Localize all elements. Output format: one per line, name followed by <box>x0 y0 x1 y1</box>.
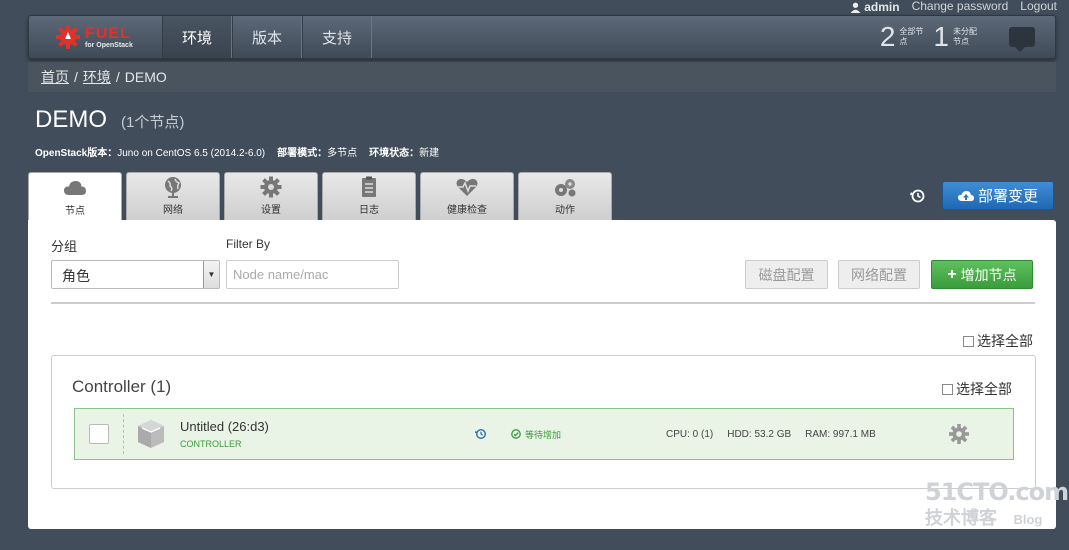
nav-releases[interactable]: 版本 <box>232 16 302 58</box>
tab-settings[interactable]: 设置 <box>224 172 318 220</box>
chevron-down-icon: ▼ <box>203 261 219 288</box>
total-nodes-label: 全部节点 <box>899 27 924 46</box>
node-group-title: Controller (1) <box>72 377 172 396</box>
breadcrumb: 首页 / 环境 / DEMO <box>28 62 1056 92</box>
tab-health-check[interactable]: 健康检查 <box>420 172 514 220</box>
node-history-icon[interactable] <box>475 428 487 440</box>
check-circle-icon <box>511 429 521 439</box>
node-specs: CPU: 0 (1) HDD: 53.2 GB RAM: 997.1 MB <box>666 429 936 440</box>
total-nodes-count: 2 <box>879 21 896 52</box>
toolbar-divider <box>51 302 1035 304</box>
grouping-select[interactable]: 角色 ▼ <box>51 260 220 289</box>
node-status: 等待增加 <box>511 428 666 441</box>
user-icon <box>850 2 861 13</box>
username: admin <box>864 0 900 14</box>
heart-pulse-icon <box>456 178 478 196</box>
watermark: 51CTO.com 技术博客 Blog <box>925 478 1069 530</box>
globe-icon <box>165 177 181 198</box>
cluster-meta: OpenStack版本：Juno on CentOS 6.5 (2014.2-6… <box>35 144 439 159</box>
user-bar: admin Change password Logout <box>850 0 1057 14</box>
cluster-tabs: 节点 网络 设置 日志 健康检查 动作 <box>28 172 612 221</box>
node-cpu: CPU: 0 (1) <box>666 428 714 440</box>
tab-logs[interactable]: 日志 <box>322 172 416 220</box>
watermark-sub: 技术博客 <box>925 508 997 528</box>
history-icon[interactable] <box>910 188 926 204</box>
watermark-blog: Blog <box>1013 512 1043 527</box>
tab-nodes[interactable]: 节点 <box>28 172 122 221</box>
openstack-release-info: OpenStack版本：Juno on CentOS 6.5 (2014.2-6… <box>35 148 266 159</box>
network-config-button[interactable]: 网络配置 <box>838 260 920 289</box>
breadcrumb-current: DEMO <box>124 69 167 85</box>
deploy-changes-button[interactable]: 部署变更 <box>942 181 1054 210</box>
nav-environments[interactable]: 环境 <box>162 16 232 58</box>
unallocated-nodes-stat[interactable]: 1 未分配节点 <box>933 21 977 53</box>
gears-icon <box>555 179 576 197</box>
group-select-all-checkbox[interactable] <box>942 383 953 395</box>
disk-config-button[interactable]: 磁盘配置 <box>745 260 828 289</box>
clipboard-icon <box>362 176 376 197</box>
node-role: CONTROLLER <box>180 439 242 449</box>
fuel-gear-icon <box>56 25 80 49</box>
logout-link[interactable]: Logout <box>1020 0 1057 14</box>
cluster-node-count: (1个节点) <box>121 114 185 131</box>
environment-status-info: 环境状态：新建 <box>369 148 440 159</box>
filter-label: Filter By <box>226 237 271 251</box>
breadcrumb-separator: / <box>74 69 78 85</box>
node-group-controller: Controller (1) 选择全部 Untitled (26:d3) CON… <box>51 355 1036 489</box>
cloud-icon <box>64 181 86 195</box>
notifications-icon[interactable] <box>1009 27 1035 52</box>
tab-network[interactable]: 网络 <box>126 172 220 220</box>
select-all-group[interactable]: 选择全部 <box>942 379 1012 399</box>
node-name[interactable]: Untitled (26:d3) <box>180 419 475 434</box>
unallocated-nodes-label: 未分配节点 <box>953 27 977 46</box>
node-filter-input[interactable] <box>226 260 399 289</box>
nodes-panel: 分组 Filter By 角色 ▼ 磁盘配置 网络配置 + 增加节点 选择全部 … <box>28 220 1056 529</box>
select-all-checkbox[interactable] <box>963 335 974 347</box>
cloud-upload-icon <box>957 190 974 201</box>
cluster-header: DEMO (1个节点) <box>35 106 184 134</box>
total-nodes-stat[interactable]: 2 全部节点 <box>880 21 924 53</box>
top-navbar: FUEL for OpenStack 环境 版本 支持 2 全部节点 1 未分配… <box>28 15 1056 59</box>
add-nodes-button[interactable]: + 增加节点 <box>931 260 1033 289</box>
user-menu[interactable]: admin <box>850 0 900 14</box>
logo-title: FUEL <box>85 24 131 42</box>
node-hdd: HDD: 53.2 GB <box>727 428 792 440</box>
logo-subtitle: for OpenStack <box>85 41 133 49</box>
node-settings-gear-icon[interactable] <box>948 423 970 445</box>
grouping-label: 分组 <box>51 239 78 254</box>
node-row-divider <box>123 414 124 454</box>
node-checkbox[interactable] <box>89 424 109 444</box>
tab-actions[interactable]: 动作 <box>518 172 612 220</box>
select-all-nodes[interactable]: 选择全部 <box>963 331 1033 351</box>
change-password-link[interactable]: Change password <box>912 0 1009 14</box>
gear-icon <box>260 176 282 198</box>
cluster-name: DEMO <box>35 106 107 133</box>
breadcrumb-separator: / <box>115 69 120 85</box>
node-row[interactable]: Untitled (26:d3) CONTROLLER 等待增加 CPU: 0 … <box>74 408 1014 460</box>
unallocated-nodes-count: 1 <box>933 21 949 52</box>
server-box-icon <box>138 420 164 448</box>
deployment-mode-info: 部署模式：多节点 <box>277 148 358 159</box>
node-ram: RAM: 997.1 MB <box>805 428 876 440</box>
nav-support[interactable]: 支持 <box>302 16 372 58</box>
breadcrumb-home[interactable]: 首页 <box>41 67 69 87</box>
watermark-site: 51CTO.com <box>925 478 1069 506</box>
plus-icon: + <box>947 265 957 283</box>
breadcrumb-environments[interactable]: 环境 <box>83 67 111 87</box>
fuel-logo[interactable]: FUEL for OpenStack <box>29 16 162 58</box>
